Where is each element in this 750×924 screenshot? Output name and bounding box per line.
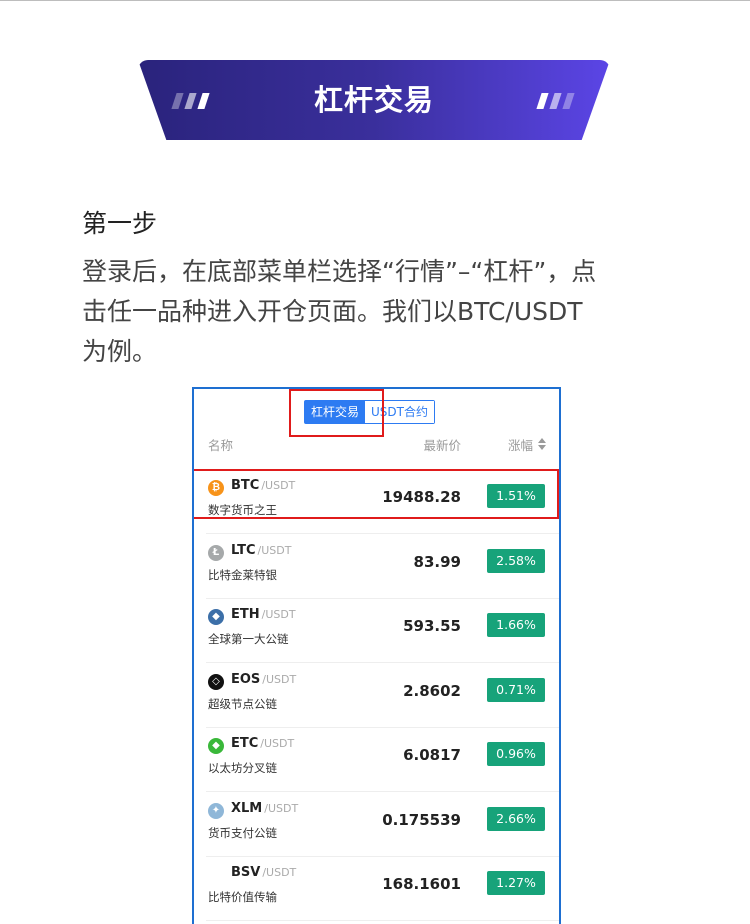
section-banner: 杠杆交易 <box>138 60 610 140</box>
eos-icon: ◇ <box>208 673 224 690</box>
change-badge: 2.58% <box>487 548 545 573</box>
highlight-box-tab <box>289 389 384 437</box>
step-line-1: 登录后，在底部菜单栏选择“行情”–“杠杆”，点 <box>82 257 597 286</box>
change-badge: 0.96% <box>487 742 545 766</box>
step-instructions: 登录后，在底部菜单栏选择“行情”–“杠杆”，点 击任一品种进入开仓页面。我们以B… <box>82 252 682 372</box>
latest-price: 83.99 <box>413 552 461 571</box>
coin-description: 全球第一大公链 <box>208 632 289 646</box>
coin-symbol: ETH/USDT <box>231 607 296 622</box>
coin-pair: /USDT <box>262 672 297 686</box>
step-line-3: 为例。 <box>82 337 158 366</box>
step-line-2: 击任一品种进入开仓页面。我们以BTC/USDT <box>82 297 583 326</box>
market-row[interactable]: ◆ ETC/USDT 以太坊分叉链 6.0817 0.96% <box>194 728 559 792</box>
coin-pair: /USDT <box>257 543 292 557</box>
highlight-box-btc-row <box>194 469 559 519</box>
change-badge: 2.66% <box>487 806 545 831</box>
coin-symbol: BSV/USDT <box>231 865 297 880</box>
etc-icon: ◆ <box>208 738 224 754</box>
column-change[interactable]: 涨幅 <box>508 435 533 454</box>
column-name[interactable]: 名称 <box>208 435 233 454</box>
banner-right-stripes <box>536 93 575 109</box>
market-row[interactable]: ✦ XLM/USDT 货币支付公链 0.175539 2.66% <box>194 793 559 857</box>
market-row[interactable]: ◆ ETH/USDT 全球第一大公链 593.55 1.66% <box>194 599 559 663</box>
coin-description: 比特金莱特银 <box>208 567 277 582</box>
row-divider <box>206 920 559 921</box>
latest-price: 0.175539 <box>382 810 461 829</box>
coin-symbol: ETC/USDT <box>231 736 295 751</box>
coin-description: 比特价值传输 <box>208 890 277 904</box>
latest-price: 593.55 <box>403 617 461 635</box>
change-badge: 1.27% <box>487 871 545 895</box>
coin-pair: /USDT <box>264 801 299 815</box>
table-header: 名称 最新价 涨幅 <box>194 435 559 457</box>
latest-price: 168.1601 <box>382 875 461 893</box>
market-row[interactable]: Ł LTC/USDT 比特金莱特银 83.99 2.58% <box>194 535 559 599</box>
coin-description: 以太坊分叉链 <box>208 761 277 775</box>
sort-icon[interactable] <box>537 438 547 452</box>
app-screenshot: 杠杆交易 USDT合约 名称 最新价 涨幅 ₿ BTC/USDT 数字货币之王 194… <box>192 387 561 924</box>
eth-icon: ◆ <box>208 609 224 625</box>
latest-price: 6.0817 <box>403 746 461 764</box>
ltc-icon: Ł <box>208 544 224 561</box>
coin-symbol: XLM/USDT <box>231 800 299 816</box>
change-badge: 0.71% <box>487 677 545 702</box>
coin-symbol: LTC/USDT <box>231 542 292 558</box>
coin-description: 货币支付公链 <box>208 825 277 840</box>
change-badge: 1.66% <box>487 613 545 637</box>
coin-symbol: EOS/USDT <box>231 671 297 687</box>
coin-description: 超级节点公链 <box>208 696 277 711</box>
market-row[interactable]: ◇ EOS/USDT 超级节点公链 2.8602 0.71% <box>194 664 559 728</box>
market-row[interactable]: BSV/USDT 比特价值传输 168.1601 1.27% <box>194 857 559 921</box>
latest-price: 2.8602 <box>403 681 461 700</box>
top-divider <box>0 0 750 1</box>
coin-pair: /USDT <box>260 737 295 750</box>
coin-pair: /USDT <box>261 608 296 621</box>
coin-pair: /USDT <box>262 866 297 879</box>
column-price[interactable]: 最新价 <box>423 435 461 454</box>
xlm-icon: ✦ <box>208 802 224 819</box>
step-title: 第一步 <box>82 209 158 238</box>
